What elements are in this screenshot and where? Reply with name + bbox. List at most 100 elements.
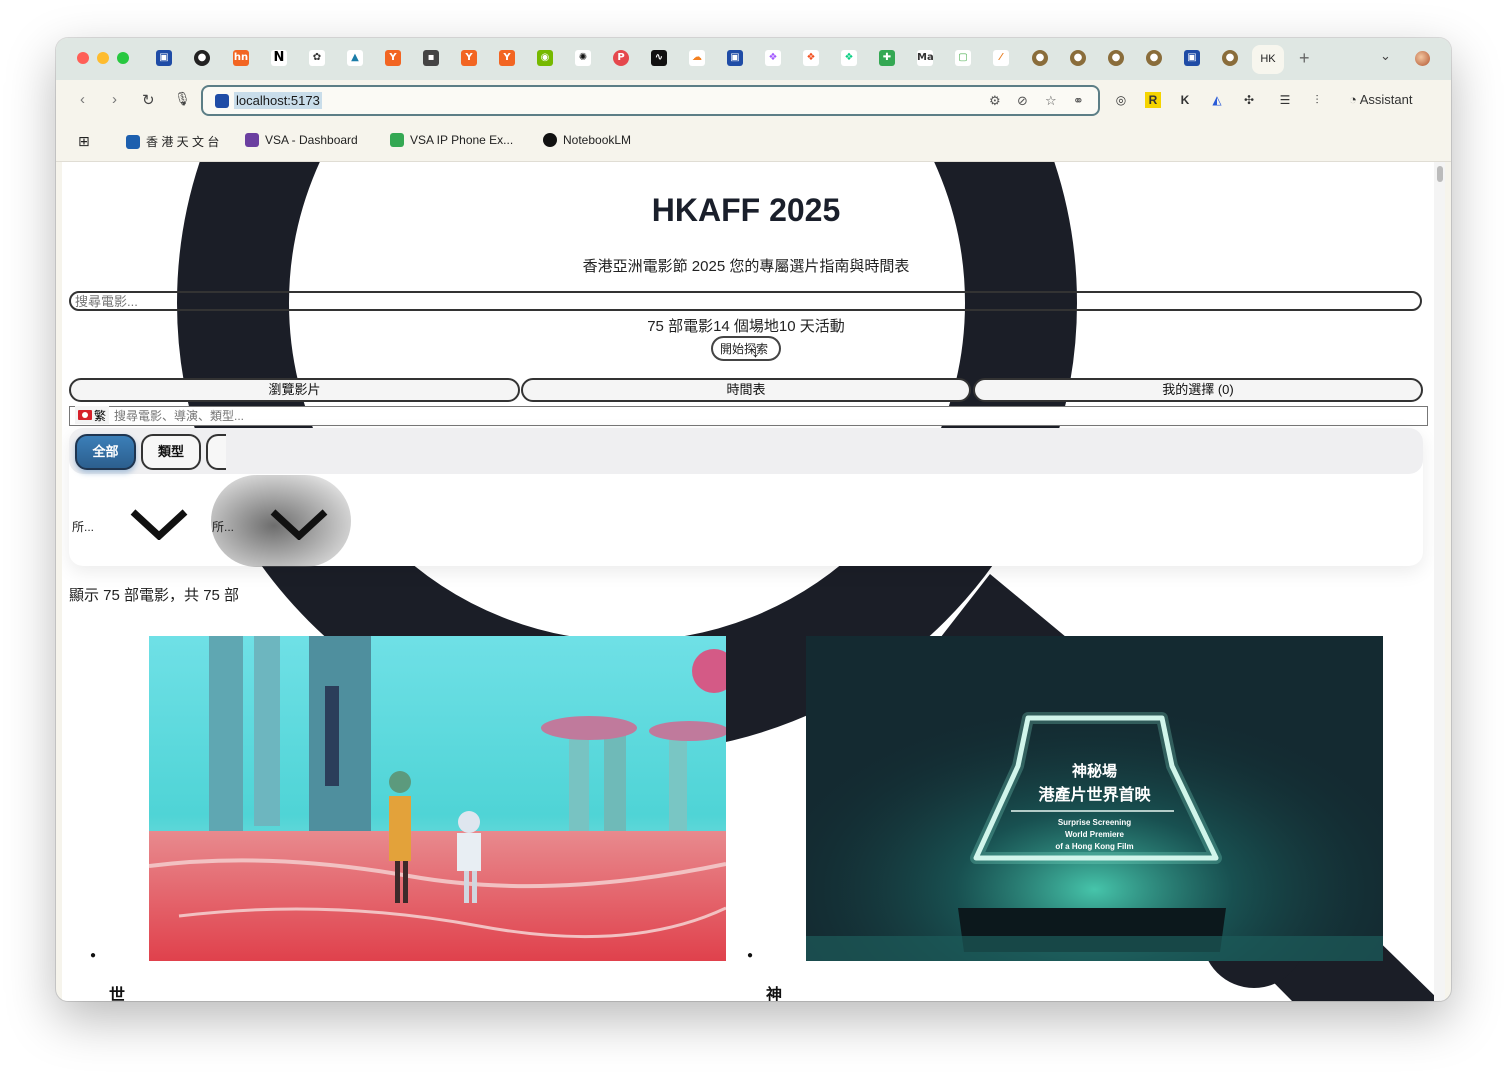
- chevron-down-icon[interactable]: [129, 506, 189, 540]
- page-subtitle: 香港亞洲電影節 2025 您的專屬選片指南與時間表: [582, 258, 910, 275]
- film-filter-input[interactable]: [69, 406, 1428, 426]
- tab-favicon-wave-icon[interactable]: ∿: [651, 50, 667, 66]
- filter-panel: 全部 類型 所... 所...: [69, 428, 1423, 567]
- hong-kong-flag-icon: [78, 410, 92, 420]
- tab-favicon-avatar-icon-5[interactable]: ●: [1222, 50, 1238, 66]
- bookmark-label: NotebookLM: [563, 133, 632, 147]
- close-window-button[interactable]: [77, 52, 89, 64]
- browser-window: ▣ ● hn N ✿ ▲ Y ▪ Y Y ◉ ✺ P ∿ ☁ ▣ ❖ ❖ ❖ ✚…: [56, 38, 1451, 1001]
- tab-favicon-clapper-icon-3[interactable]: ▣: [1184, 50, 1200, 66]
- bookmark-vsa-ip-phone[interactable]: VSA IP Phone Ex...: [390, 133, 513, 147]
- tab-favicon-notion-icon[interactable]: N: [271, 50, 287, 66]
- tab-favicon-avatar-icon-4[interactable]: ●: [1146, 50, 1162, 66]
- new-tab-icon[interactable]: +: [1299, 48, 1310, 69]
- back-icon[interactable]: ‹: [80, 91, 85, 108]
- scrollbar-thumb[interactable]: [1437, 166, 1443, 182]
- list-bullet: ●: [90, 950, 97, 961]
- tab-favicon-clapper-icon-2[interactable]: ▣: [727, 50, 743, 66]
- chip-more[interactable]: [206, 434, 226, 470]
- notebooklm-icon: [543, 133, 557, 147]
- hero-search-input[interactable]: [69, 291, 1422, 311]
- film-poster[interactable]: 神秘場 港產片世界首映 Surprise Screening World Pre…: [806, 636, 1383, 961]
- extension-k-icon[interactable]: K: [1177, 92, 1193, 108]
- select-filter-1[interactable]: 所...: [72, 518, 94, 535]
- tab-favicon-github-icon[interactable]: ●: [194, 50, 210, 66]
- chevron-down-icon[interactable]: [269, 506, 329, 540]
- extension-chart-icon[interactable]: ◭: [1209, 92, 1225, 108]
- tab-favicon-avatar-icon[interactable]: ●: [1032, 50, 1048, 66]
- tab-schedule[interactable]: 時間表: [521, 378, 971, 402]
- microphone-icon[interactable]: 🎙: [174, 91, 191, 107]
- page-title: HKAFF 2025: [651, 192, 841, 228]
- audio-wave-icon[interactable]: ⫶: [1309, 92, 1325, 108]
- explore-label: 開始探索: [720, 342, 769, 356]
- film-poster[interactable]: [149, 636, 726, 961]
- tab-favicon-figma-icon-3[interactable]: ❖: [841, 50, 857, 66]
- profile-avatar[interactable]: [1415, 51, 1430, 66]
- tab-favicon-pattern-icon[interactable]: ✺: [575, 50, 591, 66]
- assistant-icon: ◔: [1349, 92, 1360, 107]
- bookmark-vsa-dashboard[interactable]: VSA - Dashboard: [245, 133, 358, 147]
- tab-favicon-ycombinator-icon-2[interactable]: Y: [461, 50, 477, 66]
- tab-favicon-hat-icon[interactable]: ▲: [347, 50, 363, 66]
- tab-favicon-p-icon[interactable]: P: [613, 50, 629, 66]
- url-text[interactable]: localhost:5173: [234, 92, 322, 109]
- tab-favicon-hn-icon[interactable]: hn: [233, 50, 249, 66]
- tab-favicon-clapper-icon[interactable]: ▣: [156, 50, 172, 66]
- start-explore-button[interactable]: 開始探索 ↓: [711, 336, 781, 361]
- list-bullet: ●: [747, 950, 754, 961]
- apps-grid-icon[interactable]: ⊞: [78, 133, 90, 150]
- tab-active[interactable]: HK: [1252, 45, 1284, 74]
- tab-favicon-nvidia-icon[interactable]: ◉: [537, 50, 553, 66]
- toolbar: ‹ › ↻ 🎙 localhost:5173 ⚙ ⊘ ☆ ⚭ ◎ R K ◭ ✣…: [56, 80, 1451, 121]
- view-tabs: 瀏覽影片 時間表 我的選擇 (0): [69, 378, 1423, 402]
- extension-r-icon[interactable]: R: [1145, 92, 1161, 108]
- tab-favicon-openai-icon[interactable]: ✿: [309, 50, 325, 66]
- film-title[interactable]: 世外: [109, 981, 125, 1001]
- tab-favicon-ycombinator-icon[interactable]: Y: [385, 50, 401, 66]
- assistant-button[interactable]: ◔ Assistant: [1349, 92, 1413, 107]
- bookmark-label: 香 港 天 文 台: [146, 135, 220, 149]
- film-title[interactable]: 神秘場: [766, 981, 782, 1001]
- minimize-window-button[interactable]: [97, 52, 109, 64]
- site-favicon-icon: [215, 94, 229, 108]
- hko-icon: [126, 134, 140, 149]
- extension-c-icon[interactable]: ◎: [1113, 92, 1129, 108]
- select-filter-2[interactable]: 所...: [212, 518, 234, 535]
- zoom-window-button[interactable]: [117, 52, 129, 64]
- reload-icon[interactable]: ↻: [142, 91, 155, 109]
- assistant-label: Assistant: [1359, 92, 1413, 107]
- tab-favicon-sheets-icon[interactable]: ✚: [879, 50, 895, 66]
- tab-list-chevron-icon[interactable]: ⌄: [1380, 48, 1391, 64]
- tab-favicon-ma-icon[interactable]: Ma: [917, 50, 934, 66]
- address-bar[interactable]: localhost:5173 ⚙ ⊘ ☆ ⚭: [201, 85, 1100, 116]
- poster-title-line-2: 港產片世界首映: [1038, 787, 1151, 804]
- tab-browse-films[interactable]: 瀏覽影片: [69, 378, 520, 402]
- bookmark-label: VSA - Dashboard: [265, 133, 358, 147]
- tab-favicon-dark-icon[interactable]: ▪: [423, 50, 439, 66]
- tab-favicon-avatar-icon-3[interactable]: ●: [1108, 50, 1124, 66]
- tab-my-selection[interactable]: 我的選擇 (0): [973, 378, 1423, 402]
- tab-favicon-avatar-icon-2[interactable]: ●: [1070, 50, 1086, 66]
- reading-list-icon[interactable]: ☰: [1277, 92, 1293, 108]
- chip-type[interactable]: 類型: [141, 434, 201, 470]
- tune-icon[interactable]: ⚙: [989, 93, 1001, 109]
- link-icon[interactable]: ⚭: [1073, 93, 1084, 109]
- tab-favicon-ycombinator-icon-3[interactable]: Y: [499, 50, 515, 66]
- page-scrollbar[interactable]: [1434, 162, 1445, 1001]
- tab-favicon-slash-icon[interactable]: ⁄: [993, 50, 1009, 66]
- language-toggle[interactable]: 繁: [75, 406, 110, 424]
- tab-favicon-chat-icon[interactable]: ▢: [955, 50, 971, 66]
- tab-favicon-figma-icon-2[interactable]: ❖: [803, 50, 819, 66]
- poster-en-line-3: of a Hong Kong Film: [1055, 842, 1134, 851]
- tab-strip: ▣ ● hn N ✿ ▲ Y ▪ Y Y ◉ ✺ P ∿ ☁ ▣ ❖ ❖ ❖ ✚…: [56, 38, 1451, 80]
- forward-icon[interactable]: ›: [112, 91, 117, 108]
- tab-favicon-figma-icon[interactable]: ❖: [765, 50, 781, 66]
- extensions-puzzle-icon[interactable]: ✣: [1241, 92, 1257, 108]
- tab-favicon-cloudflare-icon[interactable]: ☁: [689, 50, 705, 66]
- tracking-shield-icon[interactable]: ⊘: [1017, 93, 1028, 109]
- bookmark-hko[interactable]: 香 港 天 文 台: [126, 133, 219, 150]
- chip-all[interactable]: 全部: [75, 434, 136, 470]
- bookmark-notebooklm[interactable]: NotebookLM: [543, 133, 631, 147]
- bookmark-star-icon[interactable]: ☆: [1045, 93, 1057, 109]
